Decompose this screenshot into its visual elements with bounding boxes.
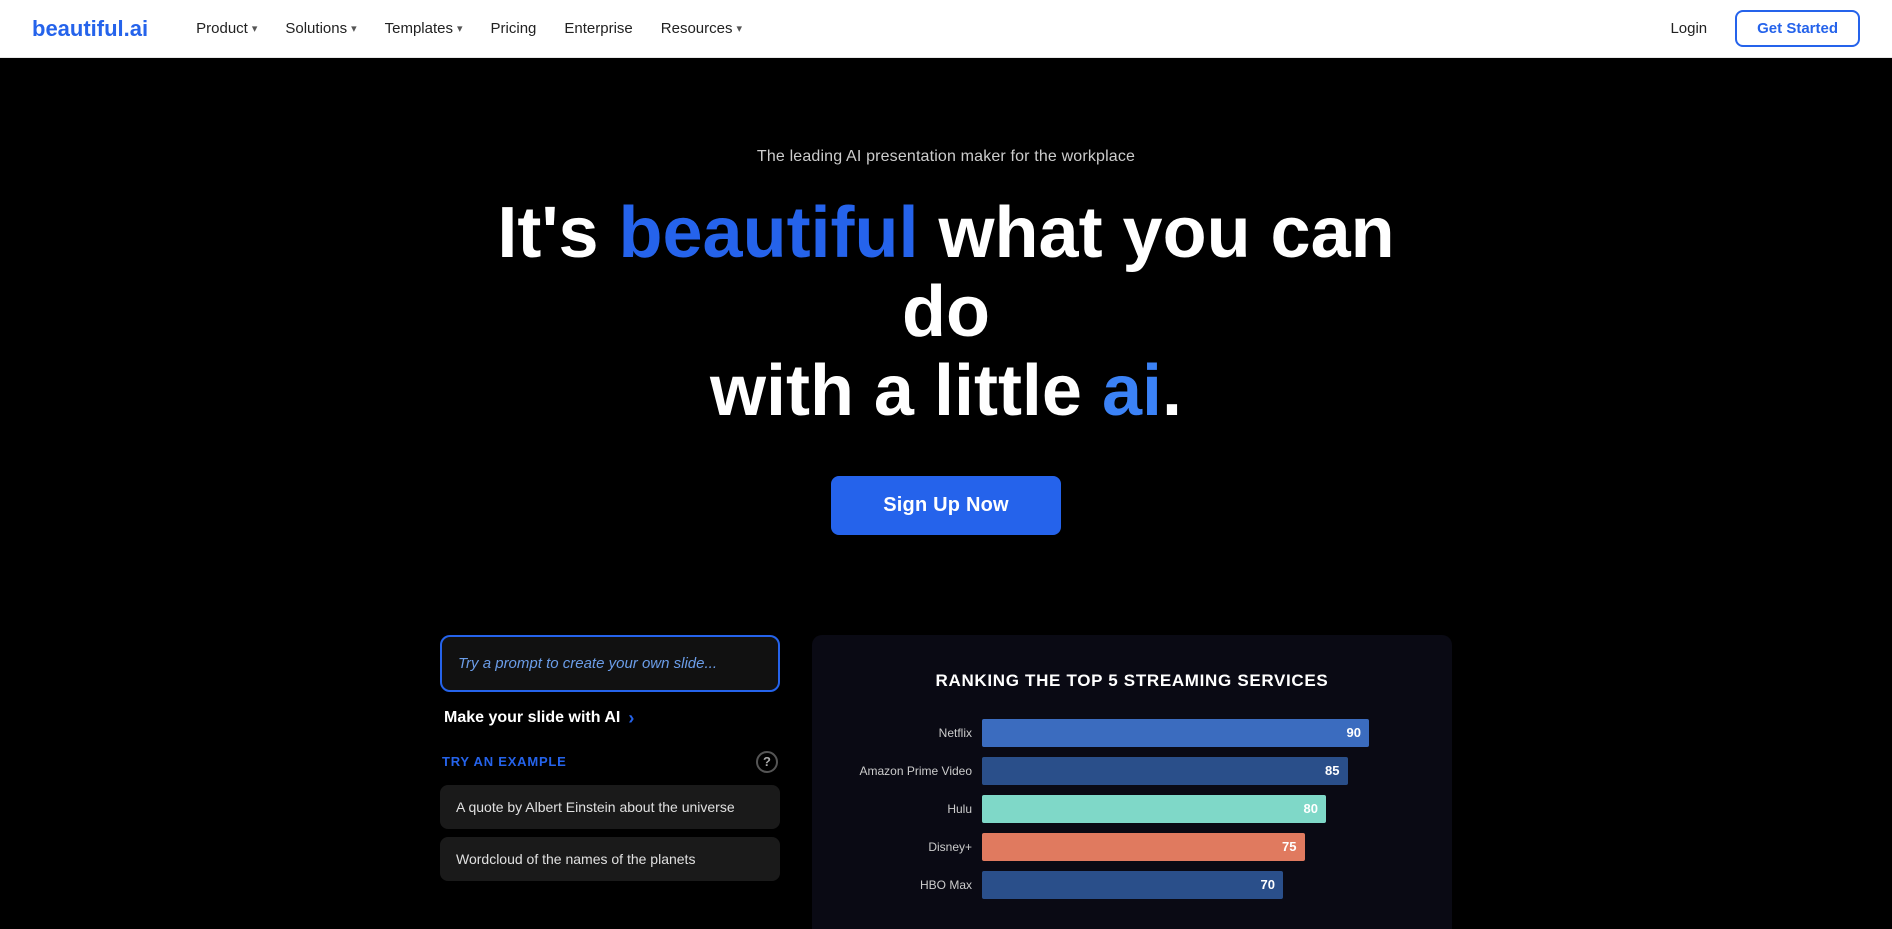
headline-part2: what you can do xyxy=(902,193,1395,352)
chart-bar-label: Netflix xyxy=(852,726,972,740)
bar: 90 xyxy=(982,719,1369,747)
headline-part3: with a little xyxy=(710,351,1102,431)
chart-bars: Netflix 90 Amazon Prime Video 85 Hulu 80 Disne… xyxy=(852,719,1412,899)
bar-container: 90 xyxy=(982,719,1412,747)
chart-row: HBO Max 70 xyxy=(852,871,1412,899)
sign-up-button[interactable]: Sign Up Now xyxy=(831,476,1061,535)
arrow-right-icon: › xyxy=(628,708,634,729)
left-panel: Make your slide with AI › TRY AN EXAMPLE… xyxy=(440,635,780,889)
chart-bar-label: Disney+ xyxy=(852,840,972,854)
bar-value: 85 xyxy=(1325,763,1339,778)
make-slide-label: Make your slide with AI xyxy=(444,709,620,727)
nav-item-pricing[interactable]: Pricing xyxy=(479,12,549,45)
bar-container: 75 xyxy=(982,833,1412,861)
chart-title: RANKING THE TOP 5 STREAMING SERVICES xyxy=(852,671,1412,691)
chart-panel: RANKING THE TOP 5 STREAMING SERVICES Net… xyxy=(812,635,1452,929)
bar-value: 75 xyxy=(1282,839,1296,854)
make-slide-row: Make your slide with AI › xyxy=(440,708,780,729)
try-example-header: TRY AN EXAMPLE ? xyxy=(440,751,780,773)
headline-part1: It's xyxy=(497,193,618,273)
example-list: A quote by Albert Einstein about the uni… xyxy=(440,785,780,889)
bar-container: 85 xyxy=(982,757,1412,785)
chart-bar-label: HBO Max xyxy=(852,878,972,892)
nav-links: Product▾Solutions▾Templates▾PricingEnter… xyxy=(184,12,1654,45)
try-example-label: TRY AN EXAMPLE xyxy=(442,754,567,769)
hero-section: The leading AI presentation maker for th… xyxy=(0,58,1892,595)
prompt-input[interactable] xyxy=(442,637,778,690)
headline-ai: ai xyxy=(1102,351,1162,431)
bar-value: 80 xyxy=(1304,801,1318,816)
navbar: beautiful.ai Product▾Solutions▾Templates… xyxy=(0,0,1892,58)
nav-item-product[interactable]: Product▾ xyxy=(184,12,269,45)
logo-accent: ai xyxy=(130,16,148,41)
bar: 70 xyxy=(982,871,1283,899)
chart-row: Netflix 90 xyxy=(852,719,1412,747)
bar-container: 80 xyxy=(982,795,1412,823)
nav-right: Login Get Started xyxy=(1654,10,1860,47)
bar: 80 xyxy=(982,795,1326,823)
bar-container: 70 xyxy=(982,871,1412,899)
nav-item-templates[interactable]: Templates▾ xyxy=(373,12,475,45)
help-icon[interactable]: ? xyxy=(756,751,778,773)
bar: 85 xyxy=(982,757,1348,785)
nav-item-solutions[interactable]: Solutions▾ xyxy=(273,12,368,45)
nav-item-enterprise[interactable]: Enterprise xyxy=(552,12,644,45)
logo[interactable]: beautiful.ai xyxy=(32,16,148,42)
headline-dot: . xyxy=(1162,351,1182,431)
chevron-down-icon: ▾ xyxy=(351,22,357,35)
headline-blue: beautiful xyxy=(619,193,919,273)
example-item[interactable]: A quote by Albert Einstein about the uni… xyxy=(440,785,780,829)
nav-item-resources[interactable]: Resources▾ xyxy=(649,12,754,45)
bar-value: 70 xyxy=(1261,877,1275,892)
get-started-button[interactable]: Get Started xyxy=(1735,10,1860,47)
logo-text: beautiful. xyxy=(32,16,130,41)
example-item[interactable]: Wordcloud of the names of the planets xyxy=(440,837,780,881)
chevron-down-icon: ▾ xyxy=(252,22,258,35)
interactive-section: Make your slide with AI › TRY AN EXAMPLE… xyxy=(0,595,1892,929)
prompt-input-wrapper xyxy=(440,635,780,692)
bar-value: 90 xyxy=(1347,725,1361,740)
hero-subtitle: The leading AI presentation maker for th… xyxy=(20,148,1872,166)
chart-bar-label: Hulu xyxy=(852,802,972,816)
chart-row: Amazon Prime Video 85 xyxy=(852,757,1412,785)
chart-row: Disney+ 75 xyxy=(852,833,1412,861)
login-button[interactable]: Login xyxy=(1654,12,1723,45)
chart-bar-label: Amazon Prime Video xyxy=(852,764,972,778)
chart-row: Hulu 80 xyxy=(852,795,1412,823)
hero-headline: It's beautiful what you can do with a li… xyxy=(496,194,1396,432)
bar: 75 xyxy=(982,833,1305,861)
chevron-down-icon: ▾ xyxy=(736,22,742,35)
chevron-down-icon: ▾ xyxy=(457,22,463,35)
